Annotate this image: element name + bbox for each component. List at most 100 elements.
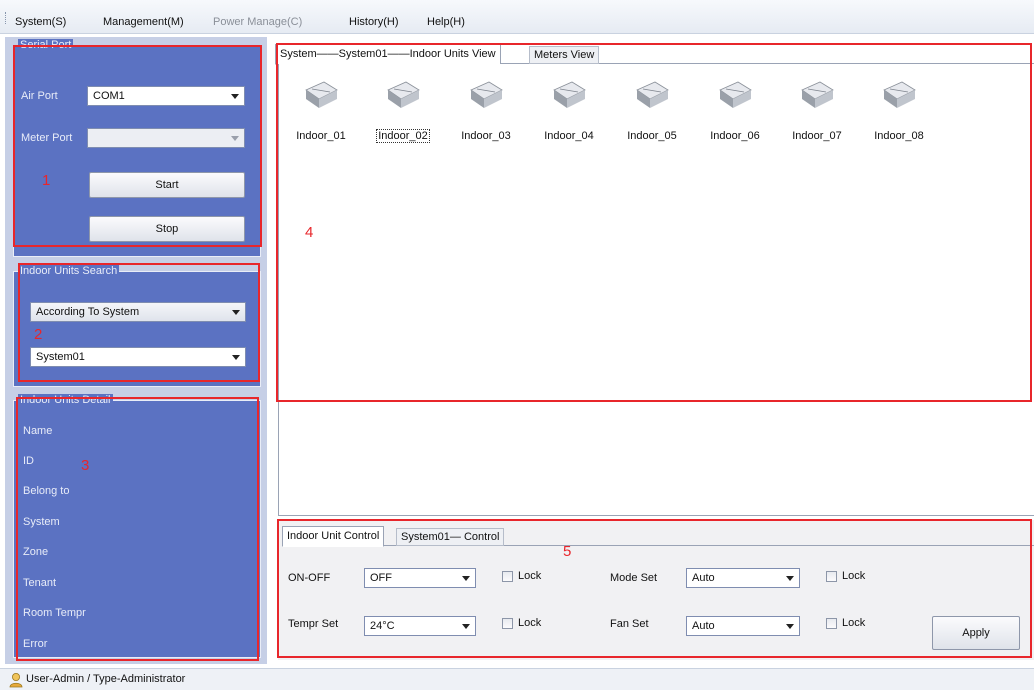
mode-lock-label: Lock [842, 570, 866, 582]
tempr-set-value: 24°C [370, 620, 395, 632]
indoor-unit-05[interactable]: Indoor_05 [613, 78, 691, 150]
menu-help[interactable]: Help(H) [427, 16, 465, 28]
indoor-unit-label: Indoor_06 [710, 130, 760, 142]
indoor-unit-label: Indoor_05 [627, 130, 677, 142]
on-off-value: OFF [370, 572, 392, 584]
indoor-unit-label: Indoor_01 [296, 130, 346, 142]
indoor-unit-icon [470, 81, 503, 108]
status-user-text: User-Admin / Type-Administrator [26, 673, 186, 685]
indoor-unit-icon [883, 81, 916, 108]
annotation-number-4: 4 [305, 224, 314, 241]
chevron-down-icon [786, 576, 794, 581]
detail-room-tempr-label: Room Tempr [23, 607, 86, 619]
air-port-select[interactable]: COM1 [87, 86, 245, 106]
tab-indoor-unit-control[interactable]: Indoor Unit Control [282, 526, 385, 547]
detail-title: Indoor Units Detail [18, 394, 113, 407]
on-off-lock-checkbox[interactable] [502, 571, 513, 582]
detail-system-label: System [23, 516, 60, 528]
indoor-unit-icon [636, 81, 669, 108]
tab-system-control[interactable]: System01— Control [396, 528, 505, 546]
indoor-unit-label: Indoor_03 [461, 130, 511, 142]
start-button[interactable]: Start [89, 172, 245, 198]
chevron-down-icon [231, 136, 239, 141]
tempr-set-select[interactable]: 24°C [364, 616, 476, 636]
menu-power-manage[interactable]: Power Manage(C) [213, 16, 302, 28]
chevron-down-icon [462, 576, 470, 581]
focused-unit-text: Indoor_02 [376, 129, 430, 143]
detail-error-label: Error [23, 638, 48, 650]
meter-port-select[interactable] [87, 128, 245, 148]
left-panel: Serial Port Air Port COM1 Meter Port Sta… [5, 37, 267, 664]
indoor-unit-01[interactable]: Indoor_01 [282, 78, 360, 150]
detail-zone-label: Zone [23, 546, 49, 558]
apply-button[interactable]: Apply [932, 616, 1020, 650]
indoor-unit-label: Indoor_02 [364, 129, 442, 143]
indoor-units-search-group: Indoor Units Search According To System … [13, 265, 261, 387]
fan-lock-checkbox[interactable] [826, 618, 837, 629]
mode-set-label: Mode Set [610, 572, 658, 584]
on-off-lock-label: Lock [518, 570, 542, 582]
menu-system[interactable]: System(S) [15, 16, 66, 28]
chevron-down-icon [232, 310, 240, 315]
meter-port-label: Meter Port [21, 132, 73, 144]
indoor-unit-label: Indoor_08 [874, 130, 924, 142]
mode-lock-checkbox[interactable] [826, 571, 837, 582]
indoor-unit-icon [801, 81, 834, 108]
indoor-units-view: Indoor_01 Indoor_02 Indoor_03 Indoor_04 … [278, 64, 1034, 516]
air-port-value: COM1 [93, 90, 125, 102]
tempr-lock-label: Lock [518, 617, 542, 629]
tab-meters-view[interactable]: Meters View [529, 46, 600, 64]
control-tabs: Indoor Unit Control System01— Control [282, 526, 1034, 547]
chevron-down-icon [786, 624, 794, 629]
search-mode-value: According To System [36, 306, 140, 318]
fan-lock-label: Lock [842, 617, 866, 629]
indoor-unit-icon [305, 81, 338, 108]
detail-tenant-label: Tenant [23, 577, 57, 589]
menu-bar: System(S) Management(M) Power Manage(C) … [0, 0, 1034, 34]
tempr-lock-checkbox[interactable] [502, 618, 513, 629]
detail-id-label: ID [23, 455, 34, 467]
menu-management[interactable]: Management(M) [103, 16, 184, 28]
mode-set-select[interactable]: Auto [686, 568, 800, 588]
search-mode-select[interactable]: According To System [30, 302, 246, 322]
detail-belong-to-label: Belong to [23, 485, 70, 497]
indoor-unit-04[interactable]: Indoor_04 [530, 78, 608, 150]
indoor-unit-08[interactable]: Indoor_08 [860, 78, 938, 150]
annotation-number-2: 2 [34, 326, 43, 343]
chevron-down-icon [232, 355, 240, 360]
tab-indoor-units-view[interactable]: System——System01——Indoor Units View [275, 44, 501, 65]
air-port-label: Air Port [21, 90, 58, 102]
indoor-unit-02[interactable]: Indoor_02 [364, 78, 442, 150]
indoor-unit-06[interactable]: Indoor_06 [696, 78, 774, 150]
indoor-unit-03[interactable]: Indoor_03 [447, 78, 525, 150]
detail-name-label: Name [23, 425, 53, 437]
fan-set-label: Fan Set [610, 618, 649, 630]
indoor-unit-icon [719, 81, 752, 108]
control-panel: Indoor Unit Control System01— Control ON… [278, 520, 1034, 660]
mode-set-value: Auto [692, 572, 715, 584]
stop-button[interactable]: Stop [89, 216, 245, 242]
status-bar: User-Admin / Type-Administrator [0, 668, 1034, 690]
menu-history[interactable]: History(H) [349, 16, 399, 28]
chevron-down-icon [462, 624, 470, 629]
indoor-unit-07[interactable]: Indoor_07 [778, 78, 856, 150]
on-off-select[interactable]: OFF [364, 568, 476, 588]
annotation-number-3: 3 [81, 457, 90, 474]
menu-grip [5, 12, 7, 24]
indoor-unit-icon [553, 81, 586, 108]
chevron-down-icon [231, 94, 239, 99]
fan-set-value: Auto [692, 620, 715, 632]
indoor-unit-label: Indoor_04 [544, 130, 594, 142]
tempr-set-label: Tempr Set [288, 618, 339, 630]
search-title: Indoor Units Search [18, 265, 120, 278]
indoor-unit-label: Indoor_07 [792, 130, 842, 142]
view-tabs: System——System01——Indoor Units View Mete… [275, 44, 1034, 65]
serial-port-title: Serial Port [18, 39, 74, 52]
indoor-units-detail-group: Indoor Units Detail Name ID Belong to Sy… [13, 394, 261, 658]
fan-set-select[interactable]: Auto [686, 616, 800, 636]
system-select[interactable]: System01 [30, 347, 246, 367]
user-icon [9, 673, 23, 688]
annotation-number-5: 5 [563, 543, 572, 560]
serial-port-group: Serial Port Air Port COM1 Meter Port Sta… [13, 39, 261, 257]
indoor-unit-icon [387, 81, 420, 108]
